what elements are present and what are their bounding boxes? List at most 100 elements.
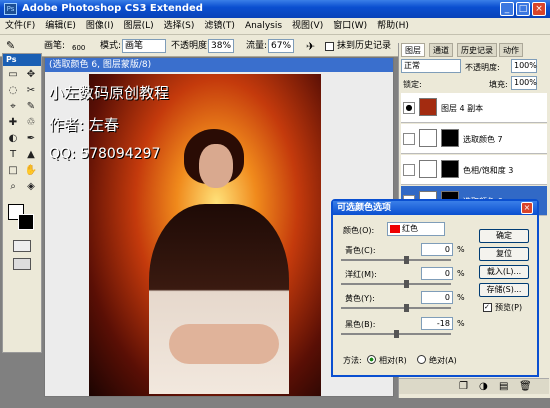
- cyan-input[interactable]: 0: [421, 243, 453, 256]
- magenta-slider-knob[interactable]: [404, 280, 409, 288]
- menu-window[interactable]: 窗口(W): [328, 18, 372, 35]
- close-button[interactable]: ×: [532, 2, 546, 16]
- layer-row[interactable]: ● 图层 4 副本: [401, 93, 547, 123]
- menu-select[interactable]: 选择(S): [159, 18, 200, 35]
- layer-row[interactable]: 色相/饱和度 3: [401, 155, 547, 185]
- menu-bar: 文件(F) 编辑(E) 图像(I) 图层(L) 选择(S) 滤镜(T) Analysis 视图…: [0, 18, 550, 35]
- history-brush-icon[interactable]: ♲: [23, 116, 39, 130]
- overlay-author: 作者: 左春: [49, 116, 119, 134]
- preview-checkbox[interactable]: ✓: [483, 303, 492, 312]
- menu-help[interactable]: 帮助(H): [372, 18, 414, 35]
- yellow-slider-knob[interactable]: [404, 304, 409, 312]
- notes-tool-icon[interactable]: ◈: [23, 180, 39, 194]
- absolute-radio[interactable]: [417, 355, 426, 364]
- menu-filter[interactable]: 滤镜(T): [199, 18, 240, 35]
- magenta-pct: %: [457, 269, 465, 278]
- dialog-close-button[interactable]: ×: [521, 202, 533, 214]
- layer-mask-thumbnail[interactable]: [441, 129, 459, 147]
- menu-image[interactable]: 图像(I): [81, 18, 119, 35]
- layer-thumbnail: [419, 98, 437, 116]
- mode-select[interactable]: 画笔: [122, 39, 166, 53]
- relative-radio[interactable]: [367, 355, 376, 364]
- menu-edit[interactable]: 编辑(E): [40, 18, 81, 35]
- layer-mask-thumbnail[interactable]: [441, 160, 459, 178]
- adjustment-layer-icon[interactable]: ◑: [479, 381, 488, 392]
- reset-button[interactable]: 复位: [479, 247, 529, 261]
- blend-mode-select[interactable]: 正常: [401, 59, 461, 73]
- black-input[interactable]: -18: [421, 317, 453, 330]
- visibility-eye-icon[interactable]: [403, 133, 415, 145]
- toolbox-header: Ps: [3, 54, 41, 66]
- new-layer-icon[interactable]: ❐: [459, 381, 468, 392]
- eraser-icon[interactable]: ✎: [6, 39, 15, 52]
- brush-label: 画笔:: [44, 41, 66, 51]
- folder-icon[interactable]: ▤: [499, 381, 508, 392]
- hand-tool-icon[interactable]: ✋: [23, 164, 39, 178]
- dodge-tool-icon[interactable]: ◐: [5, 132, 21, 146]
- cyan-label: 青色(C):: [345, 246, 376, 255]
- pen-tool-icon[interactable]: ✒: [23, 132, 39, 146]
- menu-file[interactable]: 文件(F): [0, 18, 40, 35]
- black-slider-knob[interactable]: [394, 330, 399, 338]
- quick-mask-icon[interactable]: [13, 240, 31, 252]
- text-tool-icon[interactable]: T: [5, 148, 21, 162]
- shape-tool-icon[interactable]: □: [5, 164, 21, 178]
- menu-view[interactable]: 视图(V): [287, 18, 328, 35]
- magenta-label: 洋红(M):: [345, 270, 377, 279]
- layer-row[interactable]: 选取颜色 7: [401, 124, 547, 154]
- magenta-slider[interactable]: [341, 283, 451, 285]
- healing-tool-icon[interactable]: ✚: [5, 116, 21, 130]
- fill-input[interactable]: 100%: [511, 76, 537, 90]
- zoom-tool-icon[interactable]: ⌕: [5, 180, 21, 194]
- eyedropper-tool-icon[interactable]: ⌖: [5, 100, 21, 114]
- ok-button[interactable]: 确定: [479, 229, 529, 243]
- tab-layers[interactable]: 图层: [401, 43, 425, 57]
- flow-input[interactable]: 67%: [268, 39, 294, 53]
- tab-channels[interactable]: 通道: [429, 43, 453, 57]
- airbrush-icon[interactable]: ✈: [306, 40, 315, 53]
- opacity-input[interactable]: 38%: [208, 39, 234, 53]
- black-label: 黑色(B):: [345, 320, 376, 329]
- tab-actions[interactable]: 动作: [499, 43, 523, 57]
- layers-footer: ❐ ◑ ▤ 🗑: [399, 378, 549, 394]
- colors-select[interactable]: 红色: [387, 222, 445, 236]
- trash-icon[interactable]: 🗑: [519, 381, 532, 392]
- preview-label: 预览(P): [495, 303, 523, 312]
- path-select-icon[interactable]: ▲: [23, 148, 39, 162]
- menu-analysis[interactable]: Analysis: [240, 18, 287, 35]
- marquee-tool-icon[interactable]: ▭: [5, 68, 21, 82]
- adjustment-thumbnail: [419, 160, 437, 178]
- yellow-label: 黄色(Y):: [345, 294, 375, 303]
- save-button[interactable]: 存储(S)...: [479, 283, 529, 297]
- background-color-swatch[interactable]: [18, 214, 34, 230]
- yellow-slider[interactable]: [341, 307, 451, 309]
- load-button[interactable]: 载入(L)...: [479, 265, 529, 279]
- cyan-slider[interactable]: [341, 259, 451, 261]
- magenta-input[interactable]: 0: [421, 267, 453, 280]
- selective-color-dialog: 可选颜色选项 × 颜色(O): 红色 确定 复位 载入(L)... 存储(S).…: [331, 199, 539, 377]
- adjustment-thumbnail: [419, 129, 437, 147]
- screen-mode-icon[interactable]: [13, 258, 31, 270]
- visibility-eye-icon[interactable]: ●: [403, 102, 415, 114]
- photo-canvas[interactable]: [89, 74, 321, 396]
- yellow-input[interactable]: 0: [421, 291, 453, 304]
- brush-size[interactable]: 600: [72, 44, 85, 52]
- minimize-button[interactable]: _: [500, 2, 514, 16]
- red-swatch: [390, 225, 400, 233]
- erase-history-checkbox[interactable]: [325, 42, 334, 51]
- cyan-slider-knob[interactable]: [404, 256, 409, 264]
- maximize-button[interactable]: □: [516, 2, 530, 16]
- crop-tool-icon[interactable]: ✂: [23, 84, 39, 98]
- flow-label: 流量:: [246, 41, 268, 51]
- brush-tool-icon[interactable]: ✎: [23, 100, 39, 114]
- tab-history[interactable]: 历史记录: [457, 43, 497, 57]
- lasso-tool-icon[interactable]: ◌: [5, 84, 21, 98]
- visibility-eye-icon[interactable]: [403, 164, 415, 176]
- menu-layer[interactable]: 图层(L): [119, 18, 159, 35]
- erase-history-label: 抹到历史记录: [337, 41, 392, 51]
- layer-name: 图层 4 副本: [441, 104, 484, 113]
- layer-opacity-input[interactable]: 100%: [511, 59, 537, 73]
- mode-label: 模式:: [100, 41, 122, 51]
- move-tool-icon[interactable]: ✥: [23, 68, 39, 82]
- opacity-label: 不透明度:: [171, 41, 211, 51]
